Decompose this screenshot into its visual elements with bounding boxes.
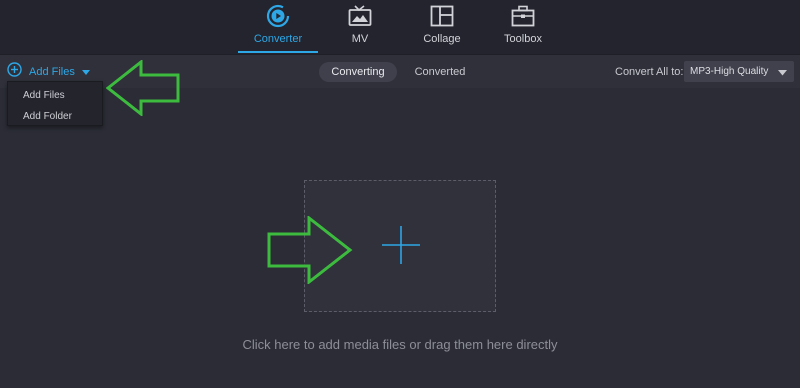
collage-icon	[430, 5, 454, 27]
chevron-down-icon	[778, 68, 787, 79]
tab-toolbox-label: Toolbox	[504, 33, 542, 45]
annotation-arrow-right-icon	[267, 216, 353, 284]
caret-down-icon[interactable]	[81, 63, 90, 81]
convert-all-label: Convert All to:	[615, 66, 684, 78]
top-navigation: Converter MV Collage Toolbox	[0, 0, 800, 54]
toolbox-icon	[511, 5, 535, 27]
menu-item-add-folder[interactable]: Add Folder	[8, 106, 102, 127]
tab-converting[interactable]: Converting	[319, 62, 397, 82]
drop-zone-hint: Click here to add media files or drag th…	[242, 337, 558, 352]
menu-item-add-files[interactable]: Add Files	[8, 85, 102, 106]
add-files-menu: Add Files Add Folder	[7, 81, 103, 126]
tab-converted[interactable]: Converted	[405, 62, 475, 82]
output-format-select[interactable]: MP3-High Quality	[684, 61, 794, 82]
tab-toolbox[interactable]: Toolbox	[483, 0, 563, 54]
tv-icon	[348, 5, 372, 27]
tab-collage-label: Collage	[423, 33, 461, 45]
tab-mv[interactable]: MV	[320, 0, 400, 54]
tab-collage[interactable]: Collage	[402, 0, 482, 54]
output-format-value: MP3-High Quality	[690, 66, 769, 77]
tab-mv-label: MV	[351, 33, 369, 45]
add-files-button[interactable]: Add Files	[7, 62, 90, 82]
add-circle-icon	[7, 62, 22, 82]
annotation-arrow-left-icon	[106, 60, 180, 116]
tab-converter-label: Converter	[253, 33, 303, 45]
converter-icon	[266, 4, 290, 28]
plus-icon	[381, 225, 421, 270]
add-files-label: Add Files	[29, 66, 75, 78]
tab-converter[interactable]: Converter	[238, 0, 318, 54]
